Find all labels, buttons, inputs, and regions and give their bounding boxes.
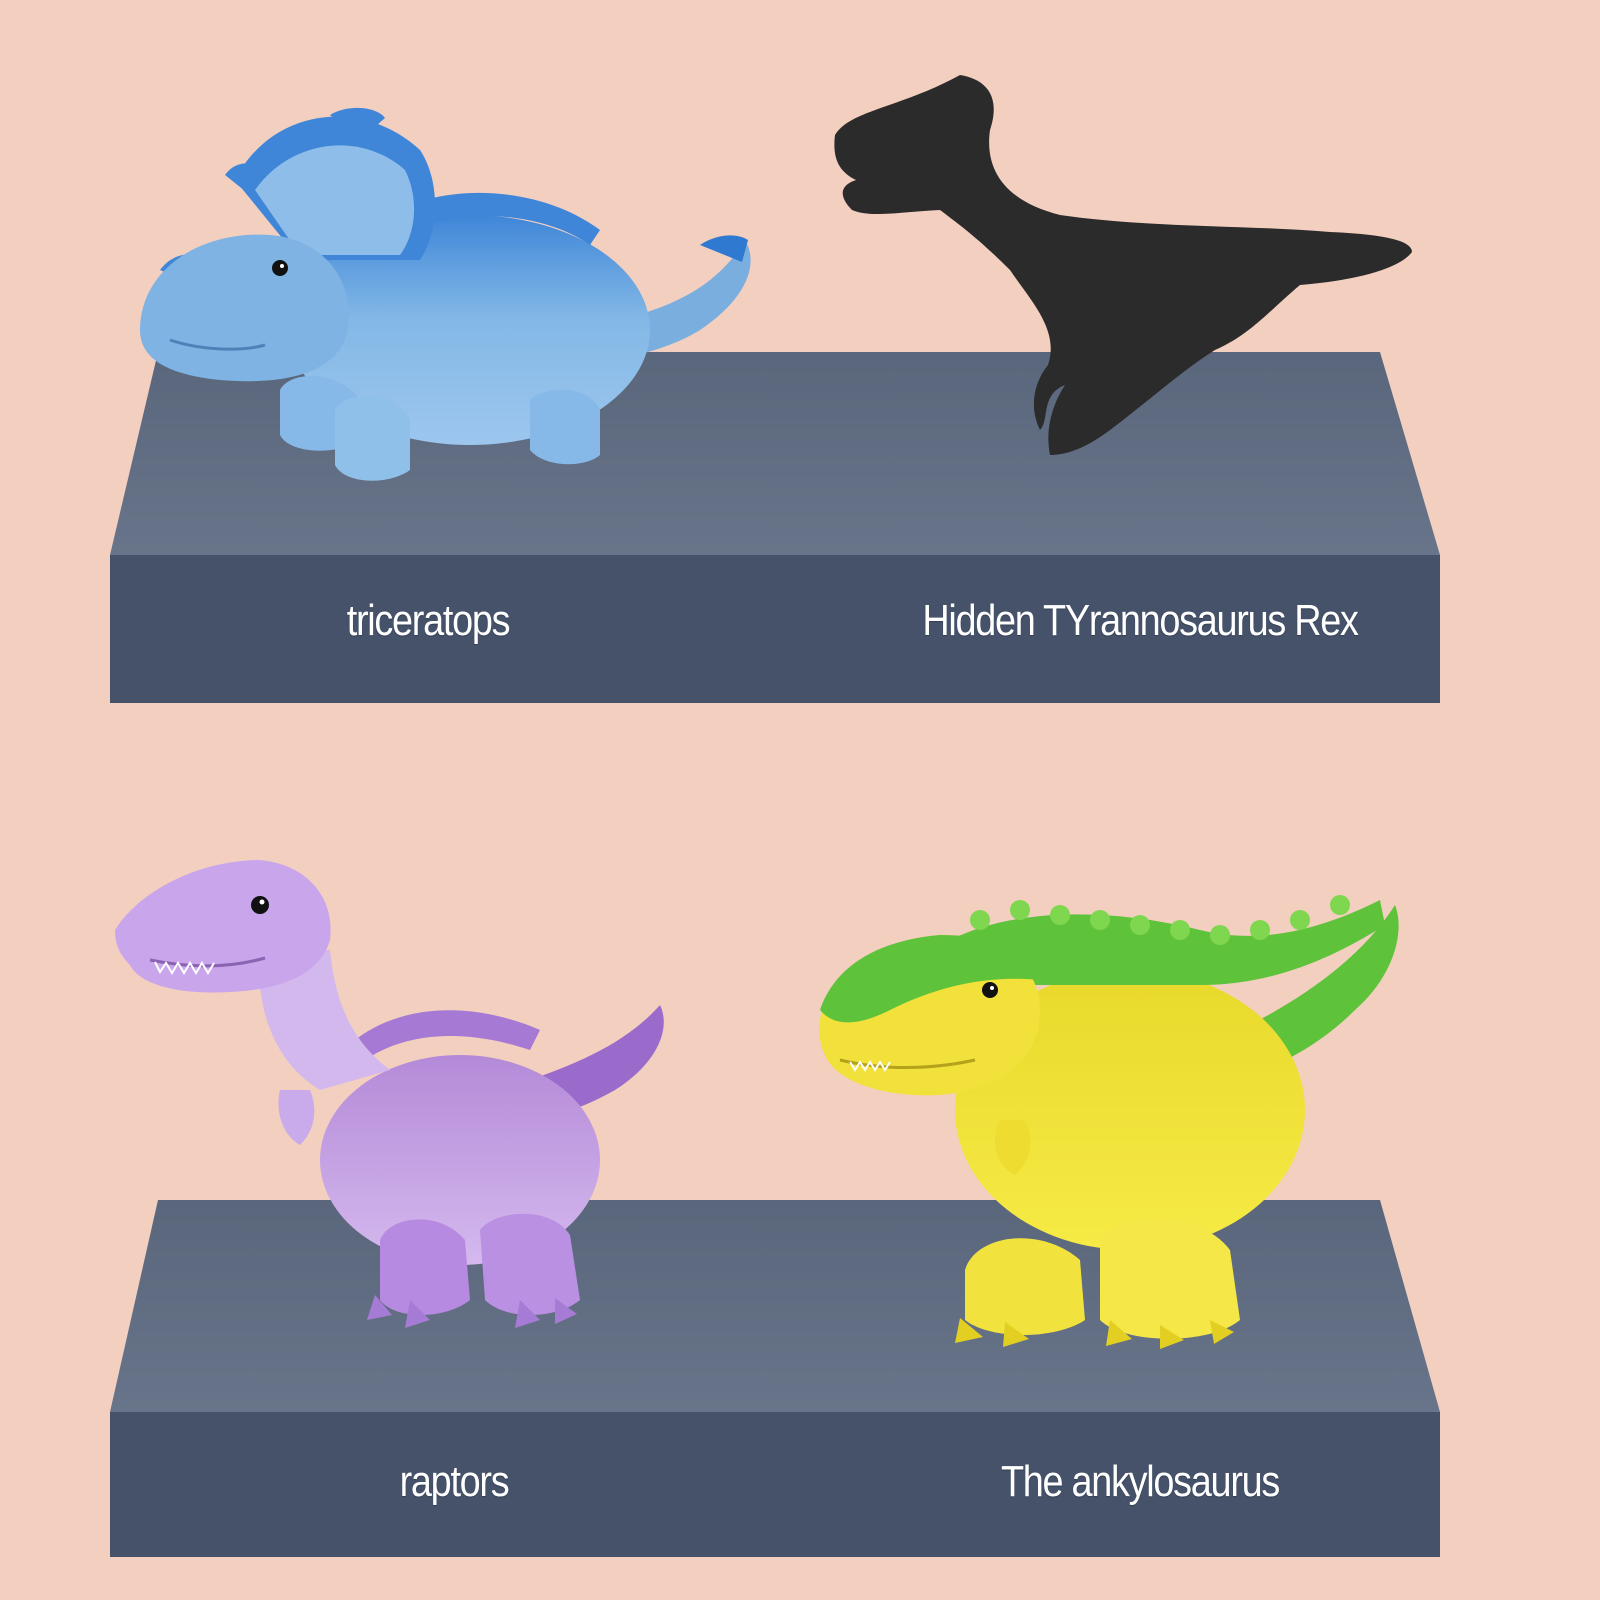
ankylosaurus-label: The ankylosaurus [1000,1457,1280,1506]
raptors-label: raptors [399,1457,510,1506]
display-scene [110,75,1440,1557]
triceratops-label: triceratops [346,596,511,645]
trex-label: Hidden TYrannosaurus Rex [922,596,1359,645]
bottom-shelf-surface [110,1200,1440,1412]
